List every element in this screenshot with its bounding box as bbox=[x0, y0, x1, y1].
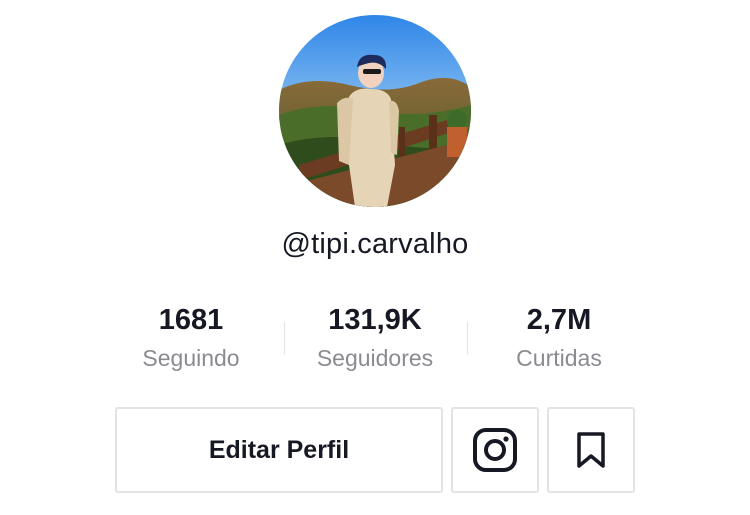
profile-photo-icon bbox=[279, 15, 471, 207]
edit-profile-button[interactable]: Editar Perfil bbox=[115, 407, 443, 493]
stat-followers-label: Seguidores bbox=[316, 345, 434, 371]
stat-followers[interactable]: 131,9K Seguidores bbox=[285, 300, 465, 375]
stat-likes[interactable]: 2,7M Curtidas bbox=[469, 300, 649, 375]
bookmark-icon bbox=[577, 432, 605, 468]
edit-profile-label: Editar Perfil bbox=[208, 435, 350, 464]
stat-followers-value: 131,9K bbox=[328, 304, 422, 336]
profile-header: @tipi.carvalho 1681 Seguindo 131,9K Segu… bbox=[0, 0, 750, 515]
username: @tipi.carvalho bbox=[281, 228, 469, 260]
instagram-icon bbox=[473, 428, 517, 472]
favorites-button[interactable] bbox=[547, 407, 635, 493]
profile-stats: 1681 Seguindo 131,9K Seguidores 2,7M Cur… bbox=[0, 300, 750, 380]
stat-following[interactable]: 1681 Seguindo bbox=[101, 300, 281, 375]
stat-divider bbox=[467, 322, 468, 354]
stat-following-value: 1681 bbox=[158, 304, 224, 336]
stat-following-label: Seguindo bbox=[142, 345, 240, 371]
avatar[interactable] bbox=[279, 15, 471, 207]
stat-likes-label: Curtidas bbox=[516, 345, 602, 371]
stat-likes-value: 2,7M bbox=[526, 304, 592, 336]
instagram-button[interactable] bbox=[451, 407, 539, 493]
